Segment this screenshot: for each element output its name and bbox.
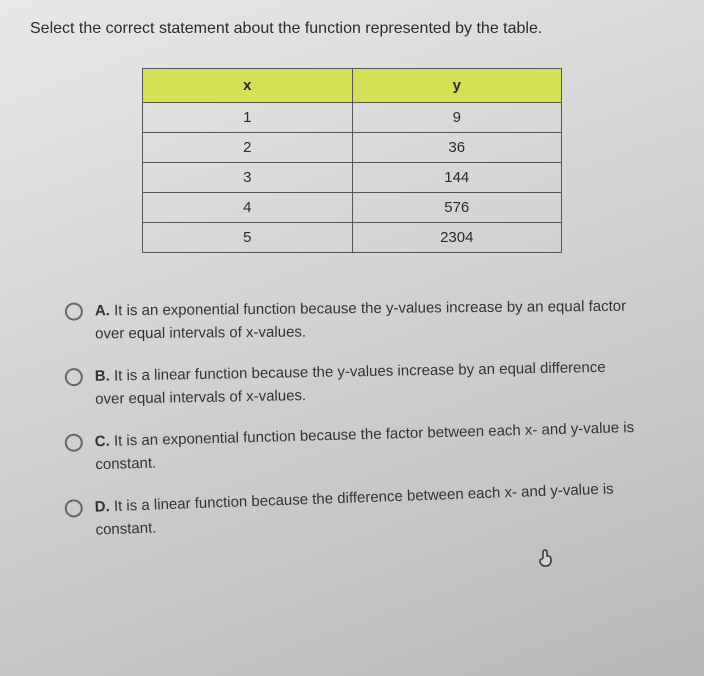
table-cell-x: 1 [143, 103, 353, 133]
question-text: Select the correct statement about the f… [30, 20, 674, 38]
table-cell-y: 9 [352, 103, 562, 133]
table-cell-y: 576 [352, 193, 562, 223]
cursor-icon [535, 545, 559, 575]
table-cell-x: 5 [143, 223, 353, 253]
radio-d[interactable] [64, 499, 83, 518]
table-container: x y 1 9 2 36 3 144 4 576 5 2304 [30, 68, 674, 253]
table-row: 5 2304 [143, 223, 562, 253]
option-c[interactable]: C. It is an exponential function because… [65, 416, 675, 477]
table-header-x: x [143, 69, 353, 103]
table-cell-x: 2 [143, 133, 353, 163]
table-cell-y: 144 [352, 163, 562, 193]
table-row: 3 144 [143, 163, 562, 193]
function-table: x y 1 9 2 36 3 144 4 576 5 2304 [142, 68, 562, 253]
radio-c[interactable] [65, 434, 83, 452]
option-a[interactable]: A. It is an exponential function because… [65, 295, 674, 345]
option-a-text: A. It is an exponential function because… [95, 296, 635, 346]
table-row: 4 576 [143, 193, 562, 223]
radio-b[interactable] [65, 368, 83, 386]
table-row: 1 9 [143, 103, 562, 133]
option-d-text: D. It is a linear function because the d… [94, 478, 635, 542]
options-container: A. It is an exponential function because… [30, 298, 674, 532]
option-b-text: B. It is a linear function because the y… [95, 356, 636, 410]
table-cell-x: 4 [143, 193, 353, 223]
table-row: 2 36 [143, 133, 562, 163]
option-b[interactable]: B. It is a linear function because the y… [65, 356, 675, 412]
option-d[interactable]: D. It is a linear function because the d… [64, 476, 674, 542]
table-cell-x: 3 [143, 163, 353, 193]
radio-a[interactable] [65, 303, 83, 321]
option-c-text: C. It is an exponential function because… [95, 417, 636, 476]
table-cell-y: 2304 [352, 223, 562, 253]
table-cell-y: 36 [352, 133, 562, 163]
table-header-y: y [352, 69, 562, 103]
